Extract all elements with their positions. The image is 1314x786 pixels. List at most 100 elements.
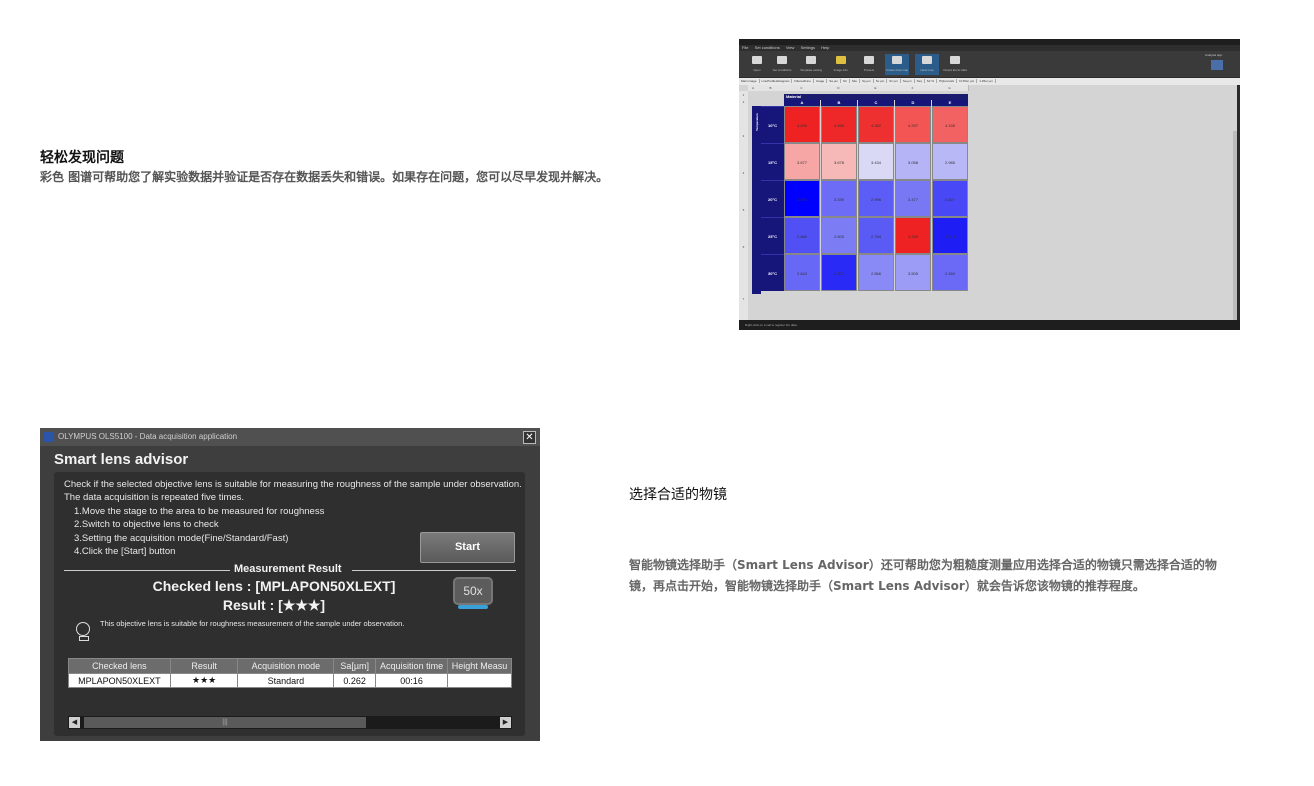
column-header[interactable]: E xyxy=(857,85,895,91)
tab-lineprofile[interactable]: LineProfileHistogram xyxy=(759,79,793,83)
menu-file[interactable]: File xyxy=(742,45,748,50)
tab-sa[interactable]: Sa µm xyxy=(827,79,841,83)
heatmap-cell[interactable]: 4.456 xyxy=(821,106,857,143)
col-result[interactable]: Result xyxy=(169,658,239,674)
analysis-app-icon[interactable] xyxy=(1211,60,1223,70)
scroll-thumb[interactable]: ||| xyxy=(84,717,366,728)
col-sa[interactable]: Sa[µm] xyxy=(333,658,377,674)
tab-main-image[interactable]: Main image xyxy=(739,79,760,83)
output-excel-button[interactable]: Output Excel data xyxy=(943,54,967,75)
heatmap-cell[interactable]: 2.996 xyxy=(858,180,894,217)
advisor-step-1: 1.Move the stage to the area to be measu… xyxy=(74,506,325,517)
heatmap-cell[interactable]: 2.600 xyxy=(821,217,857,254)
tab-sp[interactable]: Sp µm xyxy=(859,79,874,83)
tab-str[interactable]: Str xyxy=(840,79,850,83)
open-button[interactable]: Open xyxy=(745,54,769,75)
column-header[interactable]: B xyxy=(758,85,784,91)
row-header[interactable]: 6 xyxy=(739,217,748,255)
column-header[interactable]: D xyxy=(820,85,858,91)
heatmap-cell[interactable]: 4.362 xyxy=(858,106,894,143)
horizontal-scrollbar[interactable]: ◀ ||| ▶ xyxy=(68,716,512,729)
row-header[interactable]: 3 xyxy=(739,106,748,144)
tab-str-pct[interactable]: Str % xyxy=(924,79,938,83)
col-checked-lens[interactable]: Checked lens xyxy=(68,658,171,674)
heatmap-cell[interactable]: 2.843 xyxy=(784,254,820,291)
section-title-find-problems: 轻松发现问题 xyxy=(40,150,124,166)
row-header[interactable]: 4 xyxy=(739,143,748,181)
app-tab-strip: Main image LineProfileHistogram Filtered/L… xyxy=(739,78,1240,85)
start-button[interactable]: Start xyxy=(420,532,515,563)
open-icon xyxy=(752,56,762,64)
heatmap-row-label: 25°C xyxy=(761,217,784,254)
heatmap-cell[interactable]: 2.450 xyxy=(932,254,968,291)
column-header[interactable]: G xyxy=(931,85,969,91)
heatmap-row-label: 30°C xyxy=(761,254,784,291)
tab-ssq[interactable]: Ssq xyxy=(914,79,925,83)
column-header[interactable]: C xyxy=(783,85,821,91)
create-heat-map-button[interactable]: Create heat map xyxy=(885,54,909,75)
heatmap-icon xyxy=(922,56,932,64)
heatmap-cell[interactable]: 3.505 xyxy=(895,254,931,291)
advisor-window-title: OLYMPUS OLS5100 - Data acquisition appli… xyxy=(58,432,238,441)
col-acquisition-mode[interactable]: Acquisition mode xyxy=(237,658,335,674)
heatmap-cell[interactable]: 3.677 xyxy=(784,143,820,180)
set-conditions-button[interactable]: Set conditions xyxy=(770,54,794,75)
tab-fltrer[interactable]: FLTRer µm xyxy=(957,79,978,83)
heatmap-cell[interactable]: 2.985 xyxy=(932,143,968,180)
heatmap-cell[interactable]: 3.339 xyxy=(821,180,857,217)
presets-button[interactable]: Presets xyxy=(857,54,881,75)
row-header[interactable]: 5 xyxy=(739,180,748,218)
table-row[interactable]: MPLAPON50XLEXT ★★★ Standard 0.262 00:16 xyxy=(68,673,512,688)
conditions-icon xyxy=(777,56,787,64)
heatmap-cell[interactable]: 2.866 xyxy=(784,217,820,254)
heatmap-cell[interactable]: 4.297 xyxy=(895,106,931,143)
heatmap-cell[interactable]: 2.827 xyxy=(932,180,968,217)
column-header[interactable]: F xyxy=(894,85,932,91)
close-button[interactable]: ✕ xyxy=(523,431,536,444)
menu-view[interactable]: View xyxy=(786,45,795,50)
divider xyxy=(352,570,516,571)
scroll-left-icon[interactable]: ◀ xyxy=(69,717,80,728)
heatmap-cell[interactable]: 2.318 xyxy=(932,217,968,254)
cell-result: ★★★ xyxy=(169,673,239,688)
tab-image[interactable]: Image xyxy=(813,79,828,83)
col-height-measure[interactable]: Height Measu xyxy=(447,658,512,674)
col-acquisition-time[interactable]: Acquisition time xyxy=(375,658,449,674)
tab-sv[interactable]: Sv µm xyxy=(873,79,888,83)
menu-help[interactable]: Help xyxy=(821,45,829,50)
heatmap-cell[interactable]: 2.784 xyxy=(858,217,894,254)
open-label: Open xyxy=(753,68,761,72)
menu-settings[interactable]: Settings xyxy=(801,45,815,50)
tab-125er[interactable]: 1.25er µm xyxy=(977,79,996,83)
heatmap-cell[interactable]: 4.299 xyxy=(895,217,931,254)
row-header[interactable]: 7 xyxy=(739,254,748,321)
tab-sz[interactable]: Sz µm xyxy=(887,79,901,83)
set-conditions-label: Set conditions xyxy=(772,68,792,72)
heatmap-cell[interactable]: 3.477 xyxy=(895,180,931,217)
tab-pqiconvalv[interactable]: PQiconvalv xyxy=(937,79,958,83)
heatmap-cell[interactable]: 2.866 xyxy=(858,254,894,291)
heatmap-cell[interactable]: 2.327 xyxy=(821,254,857,291)
vertical-scrollbar[interactable] xyxy=(1233,131,1237,330)
template-setting-button[interactable]: Template setting xyxy=(799,54,823,75)
tab-sa-2[interactable]: Sa µm xyxy=(900,79,915,83)
tab-filtered[interactable]: Filtered/Line xyxy=(792,79,814,83)
cell-checked-lens: MPLAPON50XLEXT xyxy=(68,673,171,688)
output-excel-label: Output Excel data xyxy=(943,68,967,72)
heatmap-cell[interactable]: 4.090 xyxy=(784,106,820,143)
image-info-button[interactable]: Image info. xyxy=(829,54,853,75)
tab-sku[interactable]: Sku xyxy=(849,79,860,83)
heat-map-button[interactable]: Heat map xyxy=(915,54,939,75)
heatmap-cell[interactable]: 2.201 xyxy=(784,180,820,217)
scroll-right-icon[interactable]: ▶ xyxy=(500,717,511,728)
heatmap-cell[interactable]: 3.678 xyxy=(821,143,857,180)
section-title-select-lens: 选择合适的物镜 xyxy=(629,487,727,503)
spreadsheet-area[interactable]: A B C D E F G 1 2 3 4 5 6 7 Material Tem… xyxy=(739,85,1237,330)
image-info-icon xyxy=(836,56,846,64)
advisor-intro-1: Check if the selected objective lens is … xyxy=(64,479,522,490)
presets-label: Presets xyxy=(863,68,875,72)
heatmap-cell[interactable]: 3.434 xyxy=(858,143,894,180)
heatmap-cell[interactable]: 3.058 xyxy=(895,143,931,180)
heatmap-cell[interactable]: 4.155 xyxy=(932,106,968,143)
menu-set-conditions[interactable]: Set conditions xyxy=(755,45,780,50)
